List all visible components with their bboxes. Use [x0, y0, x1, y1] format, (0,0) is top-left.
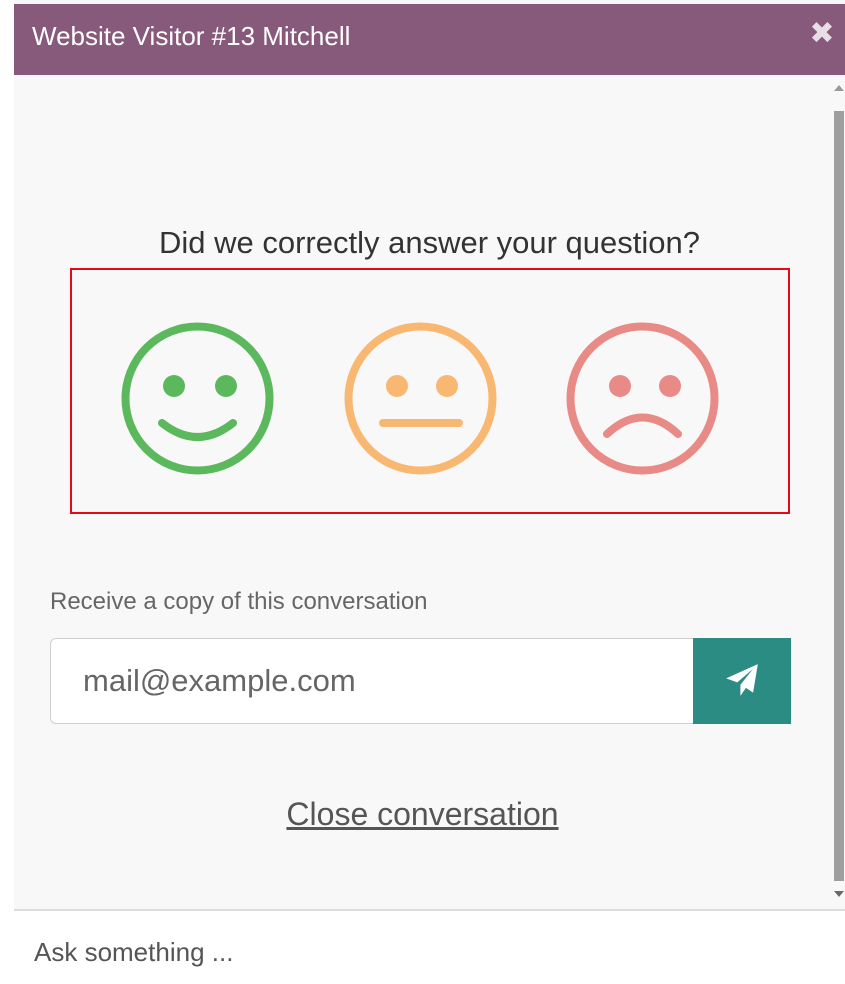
transcript-label: Receive a copy of this conversation: [50, 588, 428, 615]
smiley-happy-icon[interactable]: [120, 321, 275, 476]
transcript-email-group: [50, 638, 791, 724]
chat-scrollbar[interactable]: [831, 75, 845, 909]
smiley-sad-icon[interactable]: [565, 321, 720, 476]
chat-title: Website Visitor #13 Mitchell: [32, 21, 351, 51]
close-conversation-link[interactable]: Close conversation: [14, 796, 831, 833]
rating-question: Did we correctly answer your question?: [158, 225, 701, 260]
chat-header: Website Visitor #13 Mitchell ✖: [14, 4, 845, 75]
chat-body: Did we correctly answer your question? R…: [14, 75, 845, 909]
scroll-up-icon[interactable]: [834, 85, 844, 91]
close-icon[interactable]: ✖: [807, 16, 837, 52]
smiley-neutral-icon[interactable]: [343, 321, 498, 476]
scrollbar-thumb[interactable]: [834, 111, 844, 881]
chat-composer: [14, 909, 845, 984]
email-field[interactable]: [50, 638, 693, 724]
paper-plane-icon: [723, 661, 761, 702]
send-transcript-button[interactable]: [693, 638, 791, 724]
scroll-down-icon[interactable]: [834, 891, 844, 897]
livechat-window: Website Visitor #13 Mitchell ✖ Did we co…: [14, 0, 845, 984]
message-input[interactable]: [32, 931, 816, 973]
